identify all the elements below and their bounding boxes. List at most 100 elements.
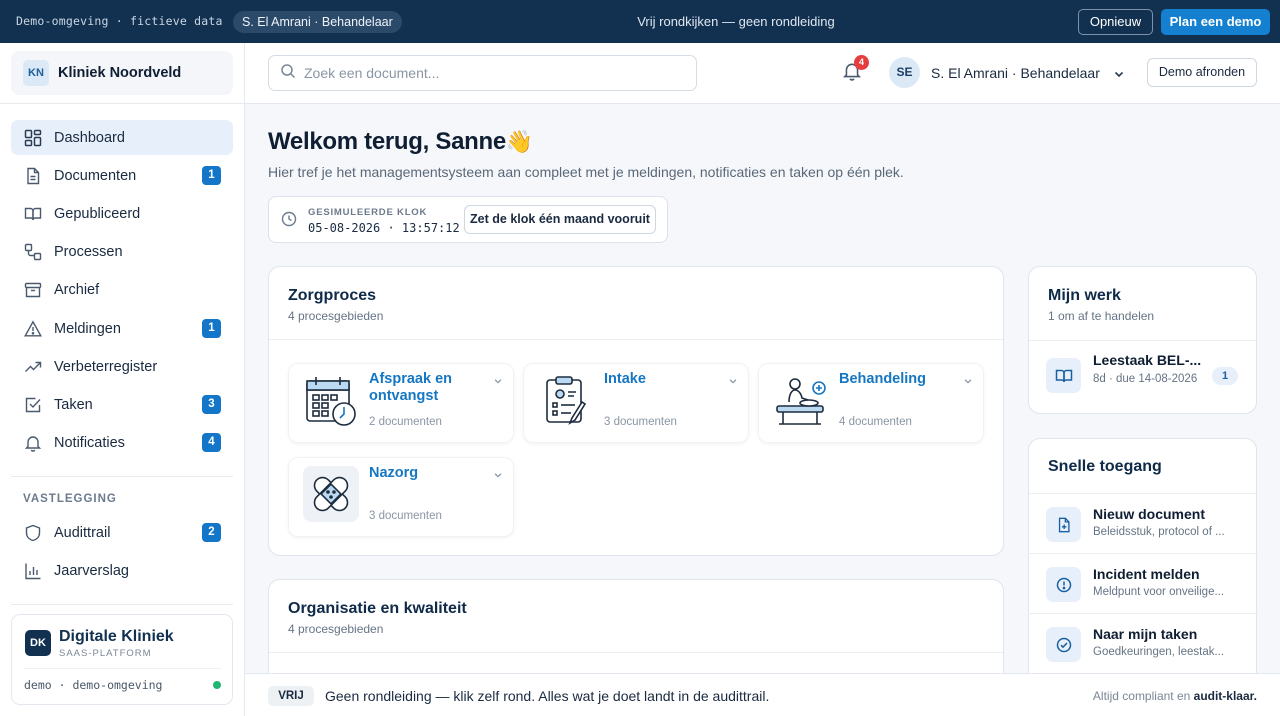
- shield-icon: [23, 523, 43, 543]
- welcome-text: Welkom terug, Sanne: [268, 128, 506, 155]
- sidebar: KN Kliniek Noordveld Dashboard Documente…: [0, 43, 245, 716]
- count-badge: 2: [202, 523, 221, 542]
- process-tile-afspraak[interactable]: Afspraak en ontvangst 2 documenten: [288, 363, 514, 443]
- footer-message: Geen rondleiding — klik zelf rond. Alles…: [325, 688, 770, 704]
- clinic-name: Kliniek Noordveld: [58, 65, 182, 81]
- quick-new-document[interactable]: Nieuw document Beleidsstuk, protocol of …: [1028, 493, 1257, 553]
- sidebar-item-gepubliceerd[interactable]: Gepubliceerd: [11, 196, 233, 231]
- sidebar-item-taken[interactable]: Taken 3: [11, 387, 233, 422]
- work-item-count: 1: [1212, 367, 1238, 385]
- process-tile-behandeling[interactable]: Behandeling 4 documenten: [758, 363, 984, 443]
- clinic-switcher[interactable]: KN Kliniek Noordveld: [11, 51, 233, 95]
- sidebar-item-jaarverslag[interactable]: Jaarverslag: [11, 553, 233, 588]
- chevron-down-icon[interactable]: [963, 373, 973, 391]
- chevron-down-icon[interactable]: [1113, 67, 1125, 85]
- restart-button[interactable]: Opnieuw: [1078, 9, 1153, 35]
- card-divider: [269, 339, 1003, 340]
- platform-env: demo · demo-omgeving: [24, 678, 163, 692]
- sidebar-item-dashboard[interactable]: Dashboard: [11, 120, 233, 155]
- archive-icon: [23, 280, 43, 300]
- bell-icon: [23, 433, 43, 453]
- sidebar-item-label: Jaarverslag: [54, 562, 129, 579]
- top-header: Zoek een document... 4 SE S. El Amrani ·…: [245, 43, 1280, 104]
- quick-subtitle: Goedkeuringen, leestak...: [1093, 646, 1225, 658]
- checkbox-icon: [23, 395, 43, 415]
- chevron-down-icon[interactable]: [493, 467, 503, 485]
- footer-compliance-text: Altijd compliant en: [1092, 689, 1194, 703]
- process-title: Intake: [604, 371, 646, 387]
- dashboard-icon: [23, 128, 43, 148]
- notifications-button[interactable]: 4: [842, 55, 869, 83]
- document-icon: [23, 166, 43, 186]
- bar-chart-icon: [23, 561, 43, 581]
- user-menu-label[interactable]: S. El Amrani · Behandelaar: [931, 65, 1100, 81]
- sidebar-item-notificaties[interactable]: Notificaties 4: [11, 425, 233, 460]
- alert-circle-icon: [1046, 567, 1081, 602]
- notification-count-badge: 4: [854, 55, 869, 70]
- search-placeholder: Zoek een document...: [304, 65, 440, 81]
- sidebar-item-documenten[interactable]: Documenten 1: [11, 158, 233, 193]
- mode-tag: VRIJ: [268, 686, 314, 706]
- card-divider: [269, 652, 1003, 653]
- sidebar-item-processen[interactable]: Processen: [11, 234, 233, 269]
- process-count: 3 documenten: [369, 510, 442, 522]
- process-tile-nazorg[interactable]: Nazorg 3 documenten: [288, 457, 514, 537]
- sidebar-item-verbeterregister[interactable]: Verbeterregister: [11, 349, 233, 384]
- process-title: Behandeling: [839, 371, 927, 387]
- sidebar-item-label: Archief: [54, 281, 100, 298]
- chevron-down-icon[interactable]: [493, 373, 503, 391]
- footer-compliance: Altijd compliant en audit-klaar.: [1093, 689, 1257, 703]
- sidebar-item-audittrail[interactable]: Audittrail 2: [11, 515, 233, 550]
- sidebar-item-meldingen[interactable]: Meldingen 1: [11, 311, 233, 346]
- advance-clock-button[interactable]: Zet de klok één maand vooruit: [464, 205, 656, 234]
- card-title: Mijn werk: [1048, 287, 1121, 304]
- zorgproces-card: Zorgproces 4 procesgebieden Afspraak en …: [268, 266, 1004, 556]
- sidebar-section-label: VASTLEGGING: [23, 493, 117, 505]
- warning-triangle-icon: [23, 319, 43, 339]
- sidebar-divider: [11, 604, 233, 605]
- process-title: Afspraak en ontvangst: [369, 371, 453, 404]
- process-tile-intake[interactable]: Intake 3 documenten: [523, 363, 749, 443]
- count-badge: 4: [202, 433, 221, 452]
- demo-bar: Demo-omgeving · fictieve data S. El Amra…: [0, 0, 1280, 43]
- check-circle-icon: [1046, 627, 1081, 662]
- book-open-icon: [1046, 358, 1081, 393]
- sidebar-divider: [11, 476, 233, 477]
- process-count: 2 documenten: [369, 416, 442, 428]
- quick-subtitle: Beleidsstuk, protocol of ...: [1093, 526, 1225, 538]
- wave-emoji: 👋: [505, 129, 534, 154]
- avatar[interactable]: SE: [889, 57, 920, 88]
- search-input[interactable]: Zoek een document...: [268, 55, 697, 91]
- sidebar-item-label: Audittrail: [54, 524, 111, 541]
- sidebar-item-label: Notificaties: [54, 434, 125, 451]
- work-item[interactable]: Leestaak BEL-... 8d · due 14-08-2026 1: [1028, 340, 1257, 414]
- file-plus-icon: [1046, 507, 1081, 542]
- page-title: Welkom terug, Sanne👋: [268, 128, 533, 156]
- sidebar-divider: [0, 103, 244, 104]
- card-subtitle: 4 procesgebieden: [288, 622, 384, 636]
- count-badge: 1: [202, 166, 221, 185]
- sidebar-item-label: Processen: [54, 243, 123, 260]
- finish-demo-button[interactable]: Demo afronden: [1147, 58, 1257, 87]
- plan-demo-button[interactable]: Plan een demo: [1161, 9, 1270, 35]
- chevron-down-icon[interactable]: [728, 373, 738, 391]
- bandage-icon: [303, 466, 359, 522]
- card-title: Snelle toegang: [1048, 458, 1162, 475]
- quick-subtitle: Meldpunt voor onveilige...: [1093, 586, 1225, 598]
- sidebar-item-archief[interactable]: Archief: [11, 272, 233, 307]
- sidebar-item-label: Gepubliceerd: [54, 205, 141, 222]
- card-subtitle: 4 procesgebieden: [288, 309, 384, 323]
- quick-my-tasks[interactable]: Naar mijn taken Goedkeuringen, leestak..…: [1028, 613, 1257, 673]
- clipboard-icon: [538, 372, 594, 428]
- clinic-badge: KN: [23, 60, 49, 86]
- demo-env-label: Demo-omgeving · fictieve data: [16, 14, 223, 28]
- clock-value: 05-08-2026 · 13:57:12: [308, 221, 460, 235]
- process-count: 3 documenten: [604, 416, 677, 428]
- platform-card: DK Digitale Kliniek SAAS-PLATFORM demo ·…: [11, 614, 233, 705]
- process-count: 4 documenten: [839, 416, 912, 428]
- quick-report-incident[interactable]: Incident melden Meldpunt voor onveilige.…: [1028, 553, 1257, 613]
- work-item-meta: 8d · due 14-08-2026: [1093, 373, 1198, 385]
- role-pill[interactable]: S. El Amrani · Behandelaar: [233, 11, 402, 33]
- process-title: Nazorg: [369, 465, 419, 481]
- demo-mode-text: Vrij rondkijken — geen rondleiding: [637, 14, 835, 29]
